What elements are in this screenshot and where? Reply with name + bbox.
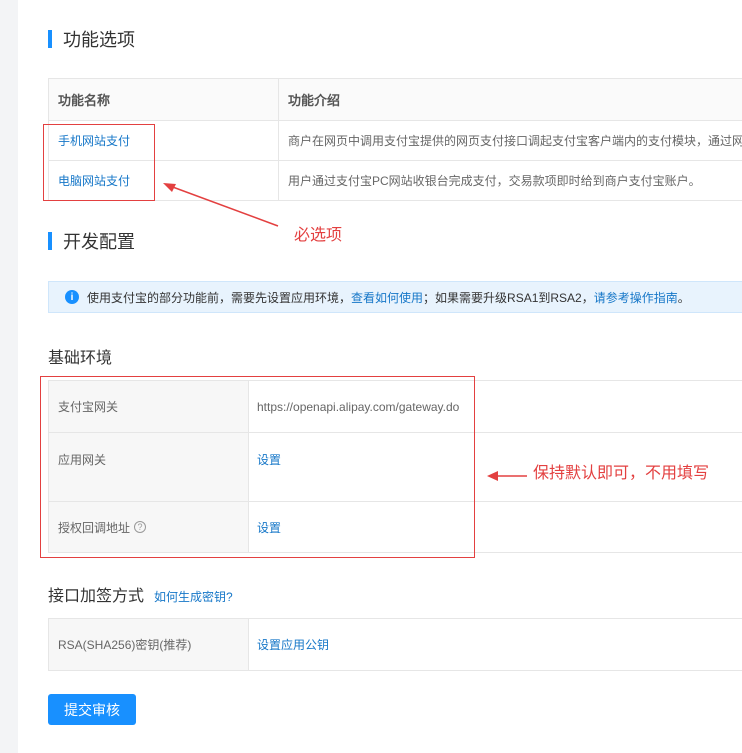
sign-section-title: 接口加签方式 <box>48 588 145 605</box>
sign-table: RSA(SHA256)密钥(推荐) 设置应用公钥 <box>48 618 742 671</box>
col-header-desc: 功能介绍 <box>288 93 341 108</box>
dev-section-title-text: 开发配置 <box>63 232 135 252</box>
basic-env-title: 基础环境 <box>48 350 113 367</box>
col-header-name: 功能名称 <box>49 79 279 120</box>
left-gutter <box>0 0 18 753</box>
default-highlight-box <box>40 376 475 558</box>
title-accent-bar <box>48 232 52 250</box>
info-text-middle: ；如果需要升级RSA1到RSA2， <box>423 290 594 305</box>
sign-section-header: 接口加签方式 如何生成密钥? <box>48 582 233 606</box>
required-annotation: 必选项 <box>294 227 343 244</box>
dev-section-title: 开发配置 <box>48 228 135 254</box>
submit-review-button[interactable]: 提交审核 <box>48 694 136 725</box>
func-table-header: 功能名称 功能介绍 <box>49 79 742 121</box>
set-app-public-key-link[interactable]: 设置应用公钥 <box>257 636 329 653</box>
red-arrow-icon <box>163 183 279 227</box>
info-circle-icon: i <box>65 290 79 304</box>
info-alert: i 使用支付宝的部分功能前，需要先设置应用环境， 查看如何使用 ；如果需要升级R… <box>48 281 742 313</box>
guide-link[interactable]: 请参考操作指南 <box>594 289 678 306</box>
red-arrow-icon <box>487 471 527 481</box>
func-desc-cell: 用户通过支付宝PC网站收银台完成支付，交易款项即时给到商户支付宝账户。 <box>288 174 701 188</box>
info-text-end: 。 <box>677 290 690 305</box>
title-accent-bar <box>48 30 52 48</box>
default-annotation: 保持默认即可，不用填写 <box>533 465 710 482</box>
func-section-title: 功能选项 <box>48 26 135 52</box>
how-to-generate-key-link[interactable]: 如何生成密钥? <box>154 588 233 605</box>
info-text-before: 使用支付宝的部分功能前，需要先设置应用环境， <box>87 290 352 305</box>
table-row: RSA(SHA256)密钥(推荐) 设置应用公钥 <box>49 619 742 671</box>
rsa-key-label: RSA(SHA256)密钥(推荐) <box>49 619 249 670</box>
func-section-title-text: 功能选项 <box>63 30 135 50</box>
func-desc-cell: 商户在网页中调用支付宝提供的网页支付接口调起支付宝客户端内的支付模块，通过网 <box>288 134 742 148</box>
required-highlight-box <box>43 124 155 201</box>
how-to-use-link[interactable]: 查看如何使用 <box>351 289 423 306</box>
